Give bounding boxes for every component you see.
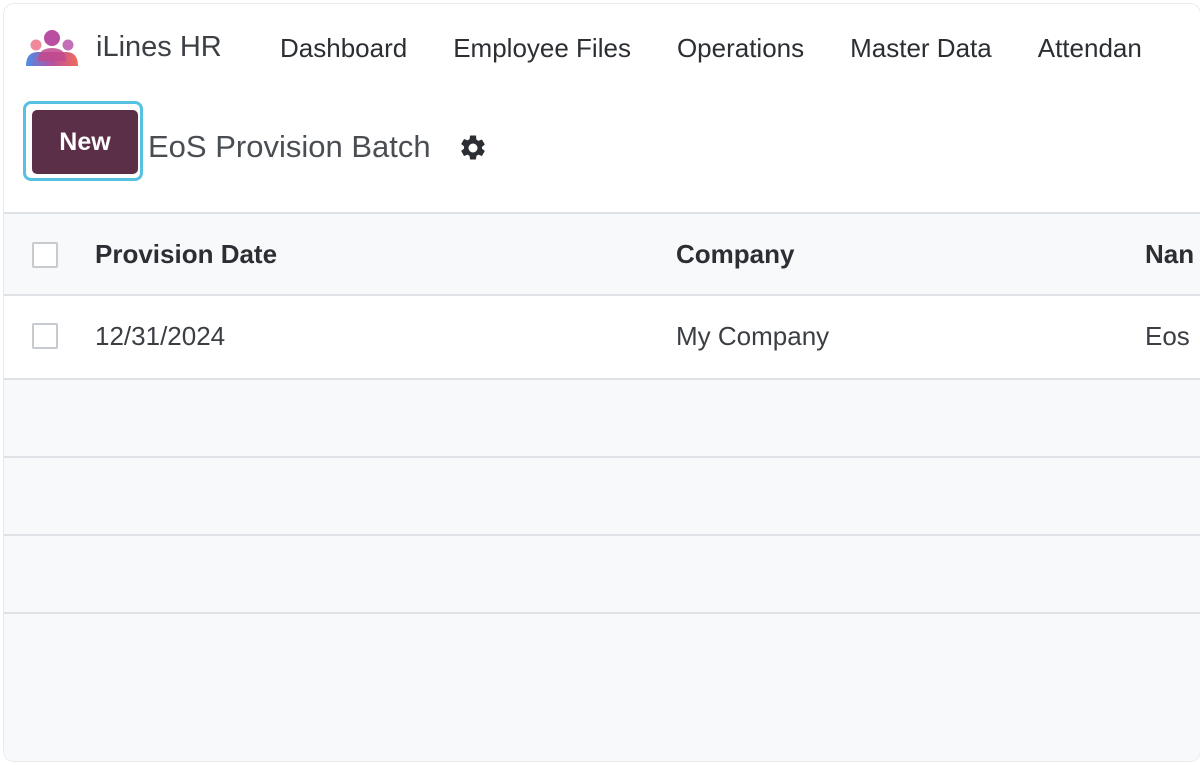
top-navbar: iLines HR Dashboard Employee Files Opera… [4,4,1200,92]
app-window: iLines HR Dashboard Employee Files Opera… [4,4,1200,761]
table-header-row: Provision Date Company Nan [4,212,1200,296]
cell-company: My Company [676,321,830,351]
empty-row [4,380,1200,458]
row-checkbox[interactable] [32,323,58,349]
table-row[interactable]: 12/31/2024 My Company Eos [4,296,1200,380]
app-name[interactable]: iLines HR [96,30,222,64]
menu-item-attendance[interactable]: Attendan [1038,32,1142,64]
empty-row [4,536,1200,614]
breadcrumb: EoS Provision Batch [148,129,431,164]
column-header-company[interactable]: Company [676,238,794,270]
new-button[interactable]: New [32,110,138,174]
cell-name: Eos [1145,321,1190,351]
control-panel: New EoS Provision Batch [4,92,1200,212]
gear-icon[interactable] [458,133,488,163]
empty-row [4,458,1200,536]
main-menu: Dashboard Employee Files Operations Mast… [280,32,1188,64]
menu-item-dashboard[interactable]: Dashboard [280,32,407,64]
menu-item-employee-files[interactable]: Employee Files [453,32,631,64]
list-view: Provision Date Company Nan 12/31/2024 My… [4,212,1200,761]
column-header-name[interactable]: Nan [1145,238,1194,270]
app-logo-icon[interactable] [24,28,80,68]
column-header-provision-date[interactable]: Provision Date [95,238,277,270]
menu-item-master-data[interactable]: Master Data [850,32,992,64]
menu-item-operations[interactable]: Operations [677,32,804,64]
cell-provision-date: 12/31/2024 [95,321,226,351]
select-all-checkbox[interactable] [32,242,58,268]
